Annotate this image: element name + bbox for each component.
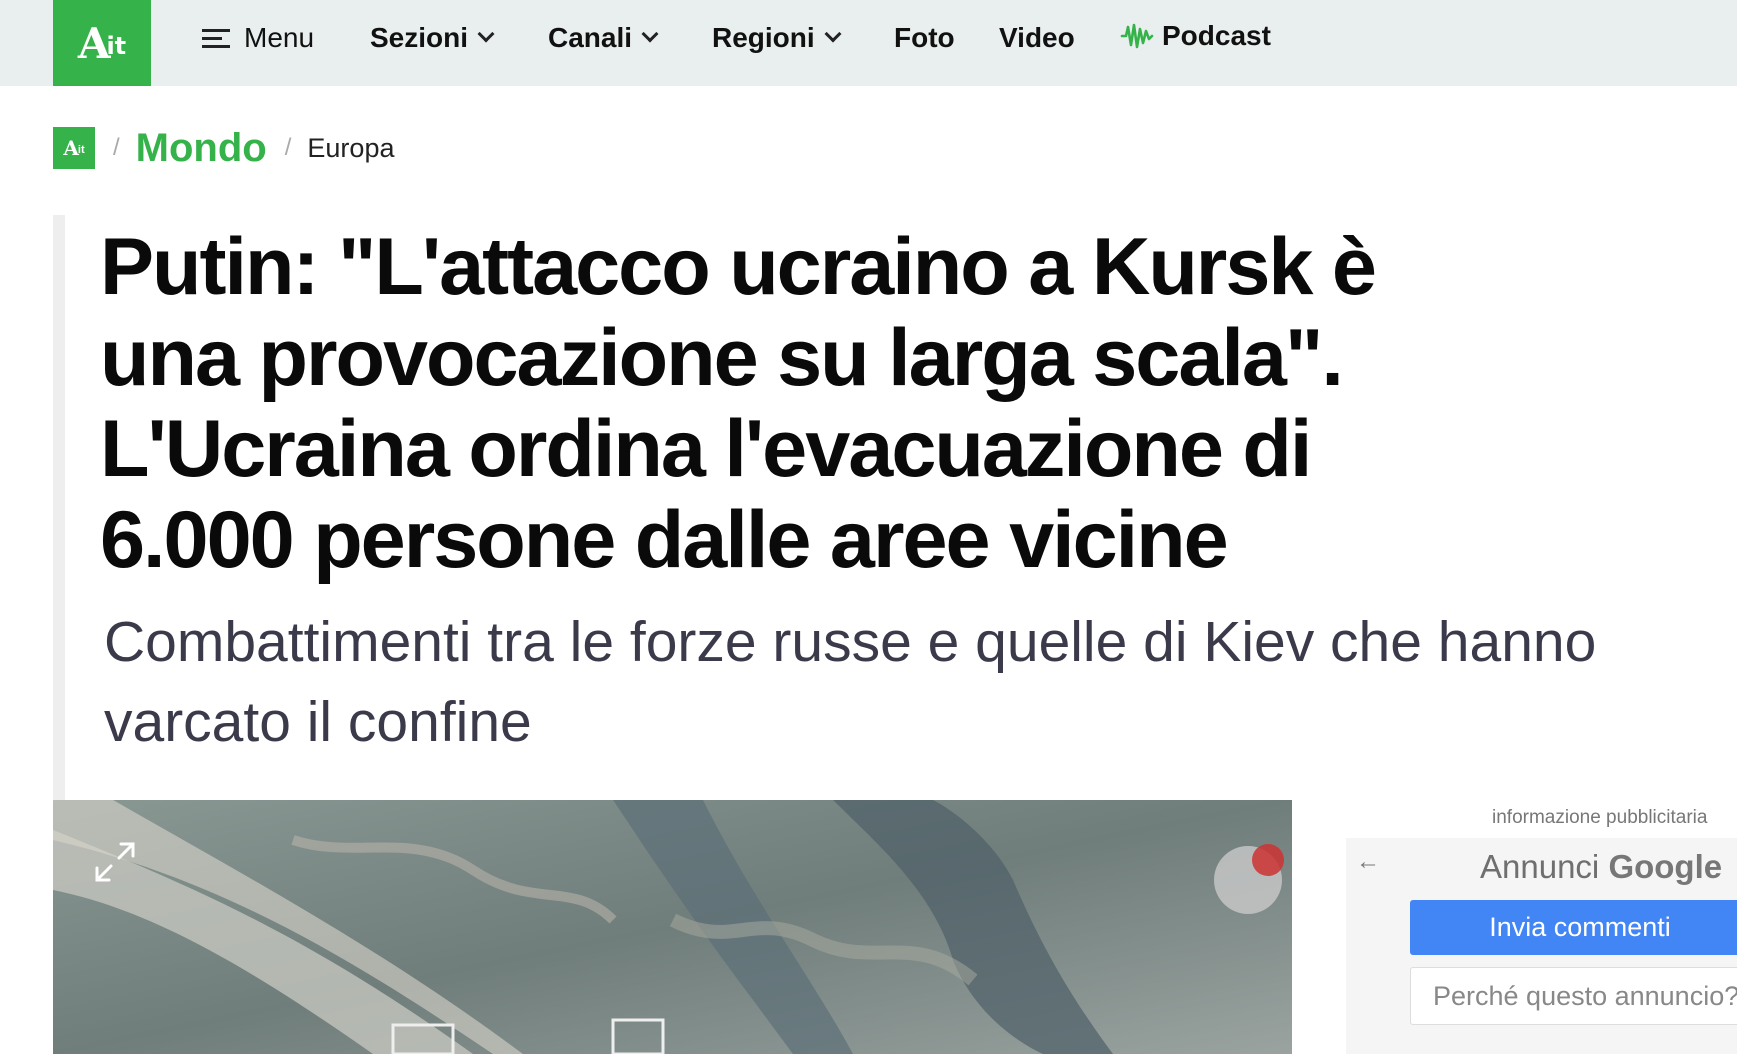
headline-accent-bar — [53, 215, 65, 800]
nav-label: Foto — [894, 22, 955, 53]
expand-icon[interactable] — [93, 840, 137, 884]
menu-button[interactable]: Menu — [202, 0, 314, 76]
logo-letter: A — [63, 136, 79, 160]
ad-title-prefix: Annunci — [1480, 848, 1600, 885]
nav-label: Regioni — [712, 22, 815, 53]
nav-label: Sezioni — [370, 22, 469, 53]
google-brand-text: Google — [1608, 848, 1723, 885]
article-headline: Putin: "L'attacco ucraino a Kursk è una … — [100, 222, 1377, 585]
podcast-waveform-icon — [1120, 23, 1154, 49]
nav-item-podcast[interactable]: Podcast — [1120, 0, 1271, 74]
nav-item-video[interactable]: Video — [999, 0, 1075, 76]
ad-title: Annunci Google — [1480, 848, 1722, 886]
nav-item-regioni[interactable]: Regioni — [712, 0, 842, 76]
breadcrumb: Ait / Mondo / Europa — [53, 126, 394, 170]
why-this-ad-button[interactable]: Perché questo annuncio? — [1410, 967, 1737, 1025]
logo-suffix: it — [77, 144, 85, 156]
chevron-down-icon — [824, 25, 842, 43]
top-navigation-bar: Ait Menu Sezioni Canali Regioni Foto Vid… — [0, 0, 1737, 86]
breadcrumb-home-logo[interactable]: Ait — [53, 127, 95, 169]
breadcrumb-separator: / — [284, 134, 292, 161]
chevron-down-icon — [477, 25, 495, 43]
logo-letter: A — [77, 18, 111, 68]
google-ad-panel: ← Annunci Google Invia commenti Perché q… — [1346, 838, 1737, 1054]
hamburger-icon — [202, 27, 230, 49]
back-arrow-icon[interactable]: ← — [1356, 848, 1380, 876]
nav-item-sezioni[interactable]: Sezioni — [370, 0, 495, 76]
nav-item-canali[interactable]: Canali — [548, 0, 659, 76]
chevron-down-icon — [641, 25, 659, 43]
nav-item-foto[interactable]: Foto — [894, 0, 955, 76]
nav-label: Podcast — [1162, 20, 1271, 51]
send-feedback-button[interactable]: Invia commenti — [1410, 900, 1737, 955]
ad-info-label: informazione pubblicitaria — [1492, 807, 1708, 828]
aerial-terrain-image — [53, 800, 1292, 1054]
menu-label: Menu — [244, 22, 315, 53]
breadcrumb-subsection-link[interactable]: Europa — [307, 133, 394, 164]
breadcrumb-separator: / — [113, 134, 120, 161]
breadcrumb-section-link[interactable]: Mondo — [136, 126, 267, 171]
nav-label: Canali — [548, 22, 633, 53]
site-logo[interactable]: Ait — [53, 0, 151, 86]
article-photo[interactable] — [53, 800, 1292, 1054]
logo-suffix: it — [106, 32, 127, 60]
article-subheadline: Combattimenti tra le forze russe e quell… — [104, 610, 1597, 754]
nav-label: Video — [999, 22, 1075, 53]
